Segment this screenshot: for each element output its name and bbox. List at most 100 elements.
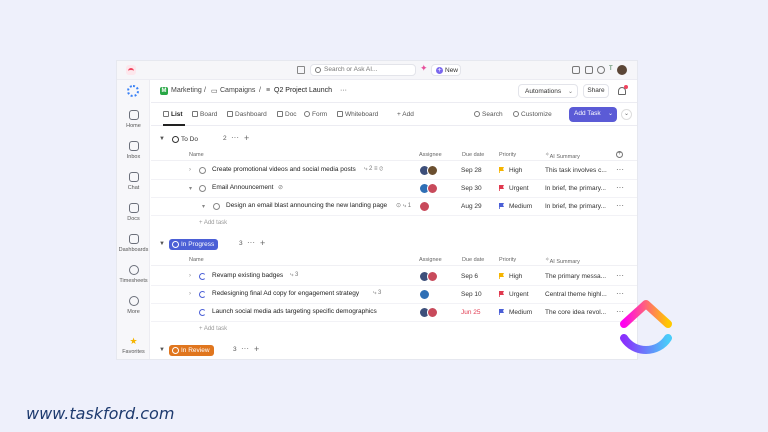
tab-list[interactable]: List xyxy=(163,111,183,118)
add-view-button[interactable]: + Add xyxy=(397,111,414,118)
priority-label[interactable]: Medium xyxy=(509,203,532,210)
row-more-button[interactable]: ··· xyxy=(616,201,624,210)
table-row[interactable]: › Revamp existing badges ⤷ 3 Sep 6 High … xyxy=(151,268,637,286)
app-logo[interactable] xyxy=(126,65,136,75)
group-add-button[interactable]: + xyxy=(254,344,259,354)
status-circle-icon[interactable] xyxy=(199,185,206,192)
table-row[interactable]: Launch social media ads targeting specif… xyxy=(151,304,637,322)
due-date[interactable]: Sep 28 xyxy=(461,167,482,174)
status-circle-icon[interactable] xyxy=(213,203,220,210)
group-add-button[interactable]: + xyxy=(260,238,265,248)
due-date[interactable]: Sep 10 xyxy=(461,291,482,298)
column-ai-summary[interactable]: ✧ AI Summary xyxy=(545,257,580,265)
tab-dashboard[interactable]: Dashboard xyxy=(227,111,267,118)
calendar-icon[interactable] xyxy=(297,66,305,74)
avatar[interactable] xyxy=(427,271,438,282)
priority-label[interactable]: Medium xyxy=(509,309,532,316)
collapse-caret-icon[interactable]: ▼ xyxy=(159,241,165,247)
avatar[interactable] xyxy=(427,307,438,318)
table-row[interactable]: ▾ Design an email blast announcing the n… xyxy=(151,198,637,216)
sidebar-item-favorites[interactable]: ★ Favorites xyxy=(117,336,150,355)
group-more-button[interactable]: ··· xyxy=(241,344,249,353)
priority-label[interactable]: High xyxy=(509,167,522,174)
table-row[interactable]: ▾ Email Announcement ⊘ Sep 30 Urgent In … xyxy=(151,180,637,198)
add-task-row[interactable]: + Add task xyxy=(199,326,227,332)
due-date[interactable]: Aug 29 xyxy=(461,203,482,210)
status-progress-icon[interactable] xyxy=(199,309,206,316)
status-pill-in-progress[interactable]: In Progress xyxy=(169,239,219,250)
due-date[interactable]: Sep 30 xyxy=(461,185,482,192)
column-due-date[interactable]: Due date xyxy=(462,257,484,263)
column-priority[interactable]: Priority xyxy=(499,152,516,158)
customize-button[interactable]: Customize xyxy=(513,111,552,118)
table-row[interactable]: › Redesigning final Ad copy for engageme… xyxy=(151,286,637,304)
due-date[interactable]: Jun 25 xyxy=(461,309,481,316)
automations-button[interactable]: Automations ⌄ xyxy=(518,84,578,98)
sidebar-item-inbox[interactable]: Inbox xyxy=(117,141,150,160)
sidebar-item-timesheets[interactable]: Timesheets xyxy=(117,265,150,284)
row-more-button[interactable]: ··· xyxy=(616,165,624,174)
notification-icon[interactable] xyxy=(618,85,628,95)
priority-label[interactable]: Urgent xyxy=(509,185,529,192)
task-name[interactable]: Revamp existing badges xyxy=(212,272,283,279)
workspace-icon[interactable] xyxy=(127,85,139,97)
group-more-button[interactable]: ··· xyxy=(247,238,255,247)
collapse-caret-icon[interactable]: ▼ xyxy=(159,347,165,353)
sidebar-item-chat[interactable]: Chat xyxy=(117,172,150,191)
column-due-date[interactable]: Due date xyxy=(462,152,484,158)
search-button[interactable]: Search xyxy=(474,111,503,118)
tab-whiteboard[interactable]: Whiteboard xyxy=(337,111,378,118)
global-search-input[interactable]: Search or Ask AI... xyxy=(310,64,416,76)
table-row[interactable]: › Create promotional videos and social m… xyxy=(151,162,637,180)
tab-doc[interactable]: Doc xyxy=(277,111,297,118)
task-name[interactable]: Design an email blast announcing the new… xyxy=(226,202,387,209)
breadcrumb-more[interactable]: ··· xyxy=(340,87,347,94)
video-icon[interactable] xyxy=(585,66,593,74)
more-options-button[interactable]: ⌄ xyxy=(621,109,632,120)
tab-board[interactable]: Board xyxy=(192,111,217,118)
workspace-badge[interactable]: T xyxy=(609,66,616,74)
column-ai-summary[interactable]: ✧ AI Summary xyxy=(545,152,580,160)
clipboard-icon[interactable] xyxy=(572,66,580,74)
task-name[interactable]: Email Announcement xyxy=(212,184,273,191)
add-column-button[interactable]: + xyxy=(616,151,623,158)
task-name[interactable]: Create promotional videos and social med… xyxy=(212,166,356,173)
collapse-caret-icon[interactable]: ▼ xyxy=(159,136,165,142)
breadcrumb-list[interactable]: Q2 Project Launch xyxy=(274,87,332,94)
task-name[interactable]: Launch social media ads targeting specif… xyxy=(212,308,377,315)
add-task-row[interactable]: + Add task xyxy=(199,220,227,226)
user-avatar[interactable] xyxy=(617,65,627,75)
new-button[interactable]: + New xyxy=(431,64,461,76)
sidebar-item-docs[interactable]: Docs xyxy=(117,203,150,222)
sidebar-item-dashboards[interactable]: Dashboards xyxy=(117,234,150,253)
ai-sparkle-icon[interactable]: ✦ xyxy=(420,63,428,74)
avatar[interactable] xyxy=(427,165,438,176)
add-task-button[interactable]: Add Task ⌄ xyxy=(569,107,617,122)
sidebar-item-more[interactable]: More xyxy=(117,296,150,315)
website-url[interactable]: www.taskford.com xyxy=(26,404,174,423)
group-more-button[interactable]: ··· xyxy=(231,133,239,142)
group-add-button[interactable]: + xyxy=(244,133,249,143)
breadcrumb-space[interactable]: Marketing xyxy=(171,87,202,94)
column-name[interactable]: Name xyxy=(189,257,204,263)
collapse-icon[interactable]: ▾ xyxy=(189,185,192,192)
row-more-button[interactable]: ··· xyxy=(616,183,624,192)
status-pill-in-review[interactable]: In Review xyxy=(169,345,214,356)
row-more-button[interactable]: ··· xyxy=(616,271,624,280)
avatar[interactable] xyxy=(419,289,430,300)
column-assignee[interactable]: Assignee xyxy=(419,257,442,263)
sidebar-item-home[interactable]: Home xyxy=(117,110,150,129)
task-name[interactable]: Redesigning final Ad copy for engagement… xyxy=(212,290,359,297)
expand-icon[interactable]: › xyxy=(189,167,191,173)
collapse-icon[interactable]: ▾ xyxy=(202,203,205,210)
column-assignee[interactable]: Assignee xyxy=(419,152,442,158)
avatar[interactable] xyxy=(419,201,430,212)
status-circle-icon[interactable] xyxy=(199,167,206,174)
column-name[interactable]: Name xyxy=(189,152,204,158)
column-priority[interactable]: Priority xyxy=(499,257,516,263)
expand-icon[interactable]: › xyxy=(189,291,191,297)
avatar[interactable] xyxy=(427,183,438,194)
share-button[interactable]: Share xyxy=(583,84,609,98)
status-progress-icon[interactable] xyxy=(199,291,206,298)
expand-icon[interactable]: › xyxy=(189,273,191,279)
